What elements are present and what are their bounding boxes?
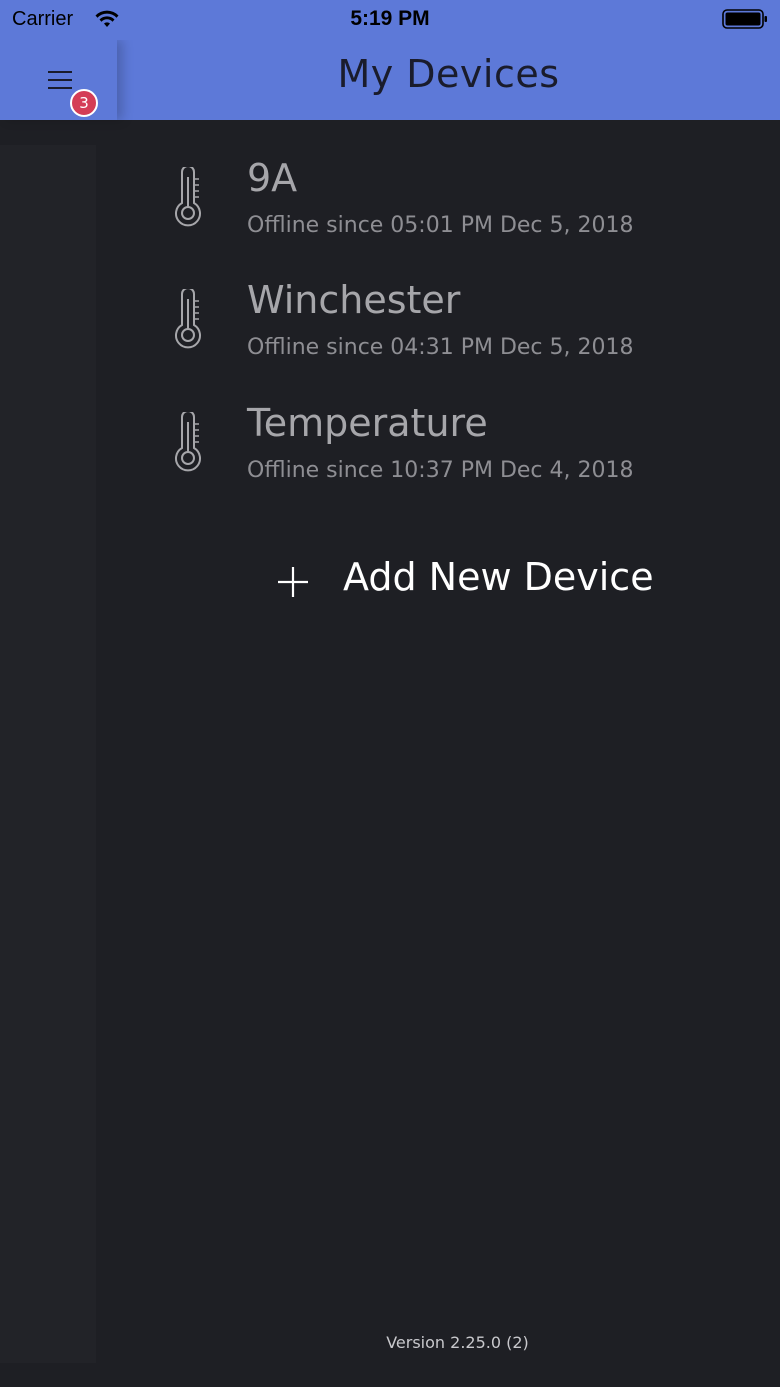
version-label: Version 2.25.0 (2) <box>386 1333 529 1352</box>
device-status: Offline since 10:37 PM Dec 4, 2018 <box>247 458 634 483</box>
thermometer-icon <box>175 412 201 472</box>
menu-panel: 3 <box>0 40 117 120</box>
device-item[interactable]: Temperature Offline since 10:37 PM Dec 4… <box>150 365 750 483</box>
battery-icon <box>722 9 767 29</box>
add-new-device-label: Add New Device <box>343 555 654 599</box>
sidebar-panel <box>0 145 96 1363</box>
navigation-bar: My Devices <box>0 40 780 120</box>
device-item[interactable]: Winchester Offline since 04:31 PM Dec 5,… <box>150 242 750 360</box>
device-name: Temperature <box>247 401 488 445</box>
device-name: 9A <box>247 156 298 200</box>
device-item[interactable]: 9A Offline since 05:01 PM Dec 5, 2018 <box>150 120 750 238</box>
clock: 5:19 PM <box>350 7 430 30</box>
page-title: My Devices <box>337 52 560 96</box>
notification-badge: 3 <box>70 89 98 117</box>
hamburger-menu-icon[interactable] <box>46 68 76 94</box>
thermometer-icon <box>175 167 201 227</box>
thermometer-icon <box>175 289 201 349</box>
device-status: Offline since 04:31 PM Dec 5, 2018 <box>247 335 634 360</box>
status-bar: Carrier 5:19 PM <box>0 0 780 40</box>
plus-icon <box>278 567 308 597</box>
add-new-device-button[interactable]: Add New Device <box>276 555 656 605</box>
device-name: Winchester <box>247 278 461 322</box>
device-status: Offline since 05:01 PM Dec 5, 2018 <box>247 213 634 238</box>
